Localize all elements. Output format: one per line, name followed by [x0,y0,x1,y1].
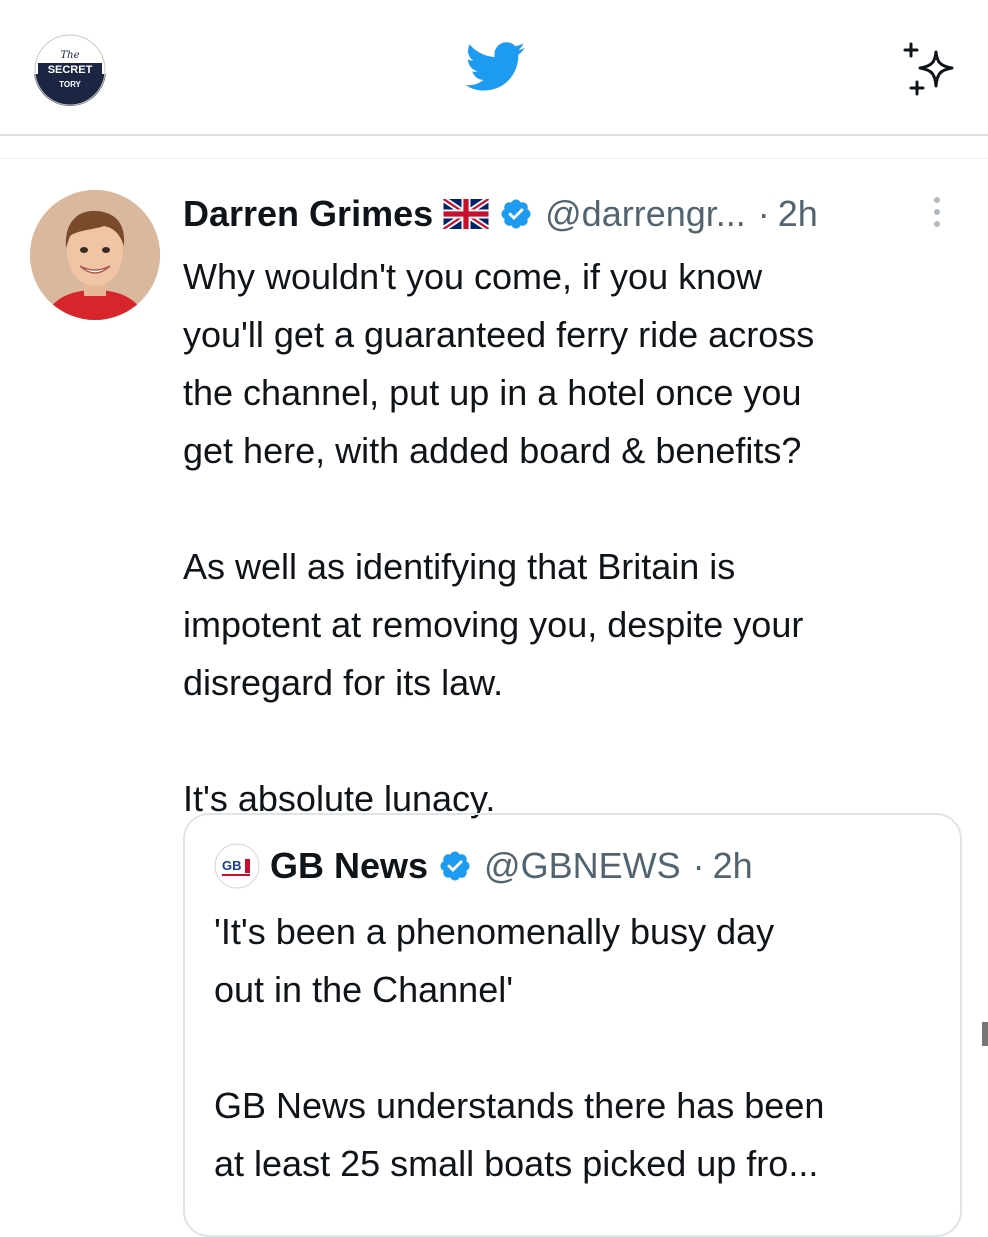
tweet-line: you'll get a guaranteed ferry ride acros… [183,314,815,355]
quoted-tweet-timestamp[interactable]: 2h [713,845,753,887]
verified-badge-icon [440,851,470,881]
quoted-tweet-header: GB GB News @GBNEWS · 2h [214,843,753,889]
quoted-tweet-card[interactable]: GB GB News @GBNEWS · 2h 'It's been a phe… [183,813,962,1237]
sparkle-icon[interactable] [900,42,960,98]
quoted-line: 'It's been a phenomenally busy day [214,911,775,952]
divider [0,158,988,159]
svg-text:GB: GB [222,858,242,873]
scroll-indicator[interactable] [982,1022,988,1046]
tweet-text: Why wouldn't you come, if you know you'l… [183,248,963,828]
gb-news-logo-mark: GB [214,843,260,889]
quoted-tweet-text: 'It's been a phenomenally busy day out i… [214,903,934,1193]
quoted-author-handle[interactable]: @GBNEWS [484,845,681,887]
author-photo [30,190,160,320]
author-name[interactable]: Darren Grimes [183,193,433,235]
author-handle[interactable]: @darrengr... [545,193,746,235]
gb-news-logo-icon[interactable]: GB [214,843,260,889]
tweet-line: As well as identifying that Britain is [183,546,736,587]
more-vertical-icon[interactable] [930,194,944,230]
verified-badge-icon [501,199,531,229]
profile-avatar[interactable]: The SECRET TORY [34,34,106,106]
logo-text-secret: SECRET [48,64,93,76]
secret-tory-logo: The SECRET TORY [34,34,106,106]
quoted-line: GB News understands there has been [214,1085,825,1126]
separator-dot: · [757,193,770,234]
author-avatar[interactable] [30,190,160,320]
quoted-author-name[interactable]: GB News [270,845,428,887]
logo-text-tory: TORY [59,80,81,89]
tweet-line: the channel, put up in a hotel once you [183,372,802,413]
twitter-bird-icon[interactable] [466,42,526,92]
tweet-line: impotent at removing you, despite your [183,604,804,645]
logo-text-the: The [60,50,79,61]
tweet-line: Why wouldn't you come, if you know [183,256,763,297]
tweet-line: disregard for its law. [183,662,504,703]
uk-flag-icon [443,199,490,229]
quoted-line: out in the Channel' [214,969,514,1010]
tweet-header: Darren Grimes @darrengr... · 2h [183,192,818,236]
top-bar: The SECRET TORY [0,0,988,136]
tweet-line: get here, with added board & benefits? [183,430,802,471]
tweet-timestamp[interactable]: 2h [778,193,818,235]
separator-dot: · [692,845,705,886]
quoted-line: at least 25 small boats picked up fro... [214,1143,819,1184]
